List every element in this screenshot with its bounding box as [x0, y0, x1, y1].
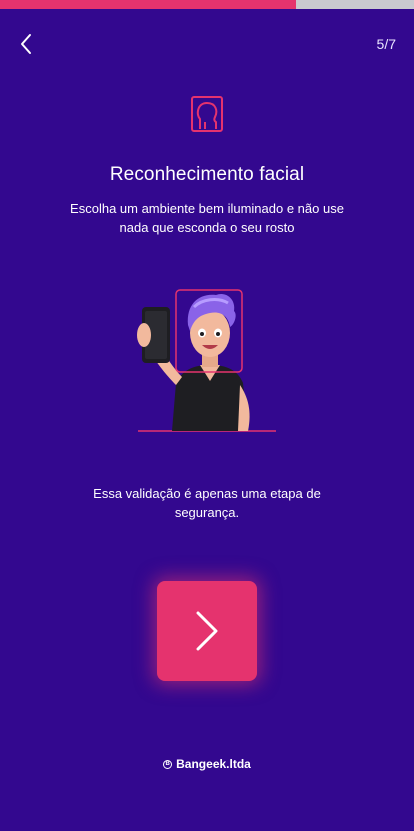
- step-counter: 5/7: [376, 36, 396, 52]
- progress-bar: [0, 0, 414, 9]
- security-info-text: Essa validação é apenas uma etapa de seg…: [93, 486, 321, 520]
- selfie-person-illustration: [137, 289, 276, 432]
- brand-name: Bangeek.ltda: [176, 757, 251, 771]
- progress-bar-fill: [0, 0, 296, 9]
- page-subtitle: Escolha um ambiente bem iluminado e não …: [70, 201, 344, 235]
- brand-footer: B Bangeek.ltda: [0, 757, 414, 771]
- chevron-left-icon: [21, 34, 31, 54]
- page-title: Reconhecimento facial: [109, 164, 305, 185]
- next-button[interactable]: [157, 581, 257, 681]
- face-recognition-icon: [191, 96, 223, 132]
- chevron-right-icon: [196, 611, 218, 651]
- brand-logo-icon: B: [163, 759, 173, 769]
- back-button[interactable]: [12, 30, 40, 58]
